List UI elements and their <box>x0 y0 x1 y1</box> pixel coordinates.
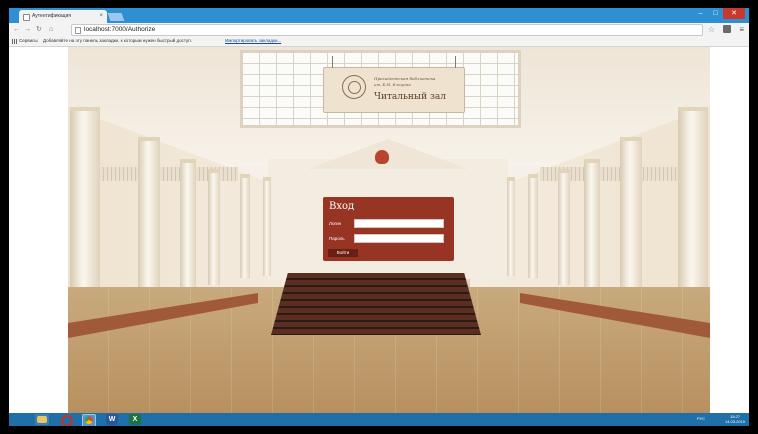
column <box>70 107 100 311</box>
tray-language[interactable]: РУС <box>697 416 705 421</box>
sign-library-name: Президентская библиотека <box>374 76 436 81</box>
file-explorer-icon <box>37 416 47 423</box>
tray-clock[interactable]: 15:27 14.03.2015 <box>725 414 745 424</box>
login-panel: Вход Логин Пароль Войти <box>323 197 454 261</box>
reading-hall-sign: Президентская библиотека им. Б.Н. Ельцин… <box>323 56 465 113</box>
page-viewport: Президентская библиотека им. Б.Н. Ельцин… <box>9 47 749 413</box>
clock-date: 14.03.2015 <box>724 419 745 424</box>
sign-library-subtitle: им. Б.Н. Ельцина <box>374 82 411 87</box>
column <box>180 159 196 289</box>
column <box>507 177 515 276</box>
browser-toolbar: ← → ↻ ⌂ localhost:7000/Authorize ☆ ≡ <box>9 23 749 36</box>
browser-tab[interactable]: Аутентификация × <box>19 10 107 23</box>
login-button[interactable]: Войти <box>328 249 358 257</box>
address-bar[interactable]: localhost:7000/Authorize <box>71 24 703 36</box>
excel-letter: X <box>132 416 138 423</box>
forward-icon[interactable]: → <box>24 24 31 35</box>
url-text[interactable]: localhost:7000/Authorize <box>84 25 155 35</box>
window-controls: – □ ✕ <box>693 8 745 20</box>
column <box>263 177 271 276</box>
sign-title: Читальный зал <box>374 92 446 102</box>
menu-icon[interactable]: ≡ <box>739 24 744 35</box>
reading-hall-background: Президентская библиотека им. Б.Н. Ельцин… <box>68 47 710 413</box>
page-icon <box>75 27 81 34</box>
seating-rows <box>271 273 481 335</box>
password-input[interactable] <box>354 234 444 243</box>
column <box>584 159 600 289</box>
reload-icon[interactable]: ↻ <box>36 24 42 35</box>
bookmark-star-icon[interactable]: ☆ <box>708 24 715 35</box>
login-label: Логин <box>329 221 342 226</box>
login-title: Вход <box>329 201 355 212</box>
extension-icon[interactable] <box>723 25 731 33</box>
tab-close-icon[interactable]: × <box>99 10 103 23</box>
browser-tabstrip: Аутентификация × – □ ✕ <box>9 8 749 23</box>
column <box>208 169 220 285</box>
sign-rope <box>332 56 333 68</box>
coat-of-arms-icon <box>375 150 389 164</box>
chrome-icon[interactable] <box>82 414 96 426</box>
password-label: Пароль <box>329 236 345 241</box>
word-letter: W <box>108 416 116 423</box>
library-emblem-icon <box>342 75 366 99</box>
login-input[interactable] <box>354 219 444 228</box>
tab-title: Аутентификация <box>32 13 71 19</box>
opera-icon[interactable] <box>59 414 73 426</box>
import-bookmarks-link[interactable]: Импортировать закладки... <box>225 36 281 46</box>
column <box>240 174 250 278</box>
column <box>678 107 708 311</box>
word-icon[interactable]: W <box>106 414 118 425</box>
minimize-button[interactable]: – <box>693 8 708 19</box>
new-tab-button[interactable] <box>107 13 125 21</box>
maximize-button[interactable]: □ <box>708 8 723 19</box>
column <box>528 174 538 278</box>
sign-rope <box>455 56 456 68</box>
screen: Аутентификация × – □ ✕ ← → ↻ ⌂ localhost… <box>9 8 749 426</box>
bookmarks-hint: Добавляйте на эту панель закладки, к кот… <box>43 38 192 43</box>
column <box>558 169 570 285</box>
apps-grid-icon[interactable] <box>12 39 17 44</box>
column <box>620 137 642 301</box>
page-icon <box>23 14 30 21</box>
windows-taskbar: W X РУС 15:27 14.03.2015 <box>9 413 749 426</box>
bookmark-apps[interactable]: Сервисы <box>19 36 38 46</box>
home-icon[interactable]: ⌂ <box>49 24 53 35</box>
close-window-button[interactable]: ✕ <box>723 8 745 19</box>
excel-icon[interactable]: X <box>129 414 141 425</box>
back-icon[interactable]: ← <box>13 24 20 35</box>
column <box>138 137 160 301</box>
bookmarks-bar: Сервисы Добавляйте на эту панель закладк… <box>9 36 749 47</box>
